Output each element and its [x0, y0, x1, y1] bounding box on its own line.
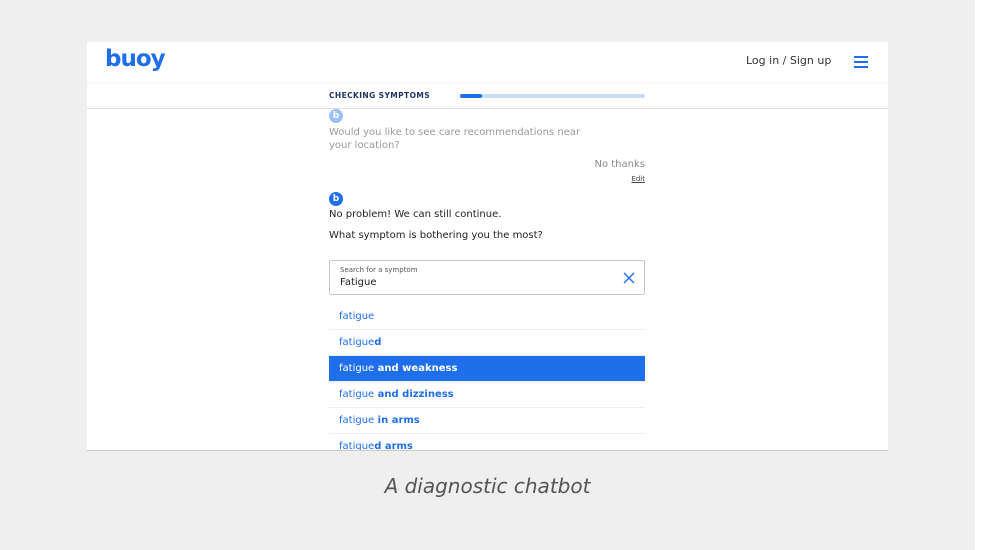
- suggestion-item[interactable]: fatigued arms: [329, 434, 645, 451]
- symptom-search-input[interactable]: Search for a symptom Fatigue: [329, 260, 645, 295]
- top-header: buoy Log in / Sign up: [87, 42, 888, 82]
- suggestion-completion-text: d arms: [374, 441, 413, 451]
- suggestion-item[interactable]: fatigue: [329, 304, 645, 330]
- search-value[interactable]: Fatigue: [340, 277, 377, 288]
- edit-reply-link[interactable]: Edit: [607, 175, 645, 183]
- progress-section: CHECKING SYMPTOMS: [87, 82, 888, 109]
- suggestion-match-text: fatigue: [339, 337, 375, 348]
- suggestion-match-text: fatigue: [339, 363, 375, 374]
- suggestion-item[interactable]: fatigue in arms: [329, 408, 645, 434]
- bot-avatar-icon: b: [329, 109, 343, 123]
- suggestion-completion-text: d: [374, 337, 382, 348]
- suggestion-item[interactable]: fatigue and dizziness: [329, 382, 645, 408]
- progress-label: CHECKING SYMPTOMS: [329, 91, 431, 100]
- suggestion-item[interactable]: fatigued: [329, 330, 645, 356]
- search-label: Search for a symptom: [340, 266, 418, 274]
- suggestion-match-text: fatigue: [339, 415, 375, 426]
- bot-avatar-icon: b: [329, 192, 343, 206]
- bot-question: What symptom is bothering you the most?: [329, 230, 543, 241]
- suggestion-match-text: fatigue: [339, 389, 375, 400]
- background-strip: [975, 0, 982, 550]
- buoy-logo[interactable]: buoy: [105, 46, 166, 72]
- suggestion-completion-text: and weakness: [374, 363, 458, 374]
- bot-message: No problem! We can still continue.: [329, 209, 502, 220]
- user-reply: No thanks: [594, 159, 645, 170]
- suggestion-item[interactable]: fatigue and weakness: [329, 356, 645, 382]
- login-signup-link[interactable]: Log in / Sign up: [746, 54, 831, 67]
- suggestion-match-text: fatigue: [339, 311, 375, 322]
- suggestion-match-text: fatigue: [339, 441, 375, 451]
- app-window: buoy Log in / Sign up CHECKING SYMPTOMS …: [87, 42, 888, 451]
- symptom-suggestions-list: fatigue fatigued fatigue and weakness fatig…: [329, 304, 645, 451]
- progress-bar: [460, 94, 645, 98]
- hamburger-menu-icon[interactable]: [854, 56, 868, 68]
- progress-bar-fill: [460, 94, 483, 98]
- image-caption: A diagnostic chatbot: [384, 474, 591, 498]
- previous-bot-question: Would you like to see care recommendatio…: [329, 127, 581, 151]
- close-icon[interactable]: [622, 270, 636, 284]
- suggestion-completion-text: and dizziness: [374, 389, 454, 400]
- suggestion-completion-text: in arms: [374, 415, 420, 426]
